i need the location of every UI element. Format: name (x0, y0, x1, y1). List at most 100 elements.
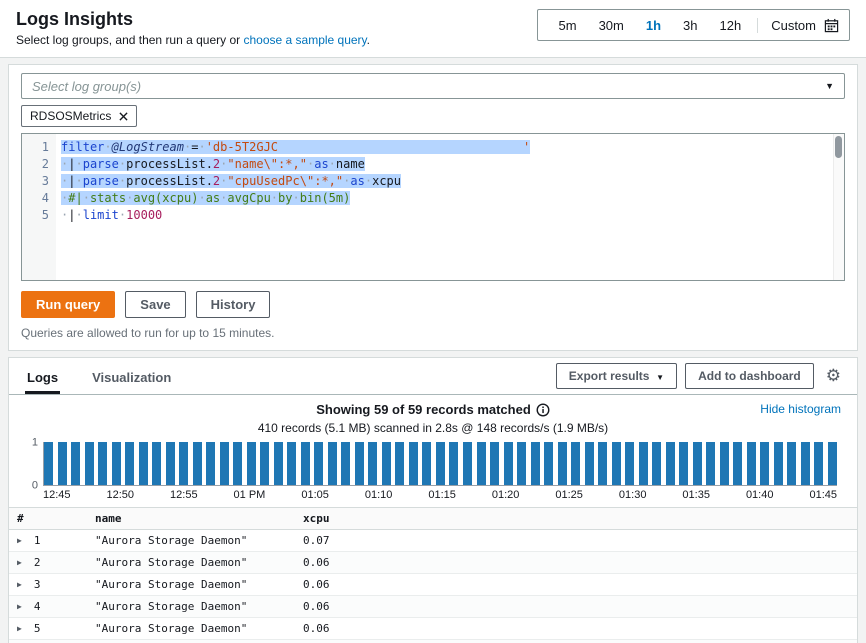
x-tick-label: 01:35 (682, 489, 710, 501)
tab-visualization[interactable]: Visualization (90, 362, 173, 394)
histogram-bar (287, 442, 296, 485)
subtitle-text: Select log groups, and then run a query … (16, 33, 243, 47)
column-header-num[interactable]: # (17, 512, 95, 525)
histogram-bar (395, 442, 404, 485)
row-xcpu: 0.06 (303, 622, 857, 635)
code-line-1: filter·@LogStream·=·'db-5T2GJC' (61, 139, 844, 156)
time-range-option-1h[interactable]: 1h (635, 18, 672, 33)
query-actions: Run query Save History (21, 291, 845, 318)
records-scanned-text: 410 records (5.1 MB) scanned in 2.8s @ 1… (25, 421, 841, 435)
sample-query-link[interactable]: choose a sample query (243, 33, 366, 47)
histogram-bar (382, 442, 391, 485)
expand-row-icon[interactable]: ▶ (17, 536, 22, 545)
histogram-bar (206, 442, 215, 485)
row-xcpu: 0.06 (303, 578, 857, 591)
row-name: "Aurora Storage Daemon" (95, 556, 303, 569)
close-icon[interactable] (119, 112, 128, 121)
histogram-bar (179, 442, 188, 485)
histogram: 1 0 12:4512:5012:5501 PM01:0501:1001:150… (9, 440, 857, 505)
histogram-bar (652, 442, 661, 485)
x-tick-label: 12:55 (170, 489, 198, 501)
histogram-bar (747, 442, 756, 485)
time-range-option-5m[interactable]: 5m (548, 18, 588, 33)
editor-scrollbar-thumb[interactable] (835, 136, 842, 158)
row-xcpu: 0.06 (303, 600, 857, 613)
histogram-bar (247, 442, 256, 485)
histogram-bar (531, 442, 540, 485)
x-tick-label: 01:05 (301, 489, 329, 501)
tab-logs[interactable]: Logs (25, 362, 60, 394)
results-tabs-row: Logs Visualization Export results ▼ Add … (9, 358, 857, 395)
code-line-5: ·|·limit·10000 (61, 207, 844, 224)
results-card: Logs Visualization Export results ▼ Add … (8, 357, 858, 643)
histogram-bar (558, 442, 567, 485)
time-range-option-30m[interactable]: 30m (588, 18, 635, 33)
x-tick-label: 01:20 (492, 489, 520, 501)
line-number: 4 (22, 190, 49, 207)
expand-row-icon[interactable]: ▶ (17, 580, 22, 589)
histogram-bar (355, 442, 364, 485)
column-header-name[interactable]: name (95, 512, 303, 525)
histogram-bar (666, 442, 675, 485)
results-table-body: ▶1"Aurora Storage Daemon"0.07▶2"Aurora S… (9, 530, 857, 643)
histogram-bar (314, 442, 323, 485)
histogram-bar (436, 442, 445, 485)
log-group-select[interactable]: Select log group(s) ▼ (21, 73, 845, 99)
table-row-4[interactable]: ▶4"Aurora Storage Daemon"0.06 (9, 596, 857, 618)
x-tick-label: 01:25 (555, 489, 583, 501)
y-tick-label: 1 (32, 437, 38, 449)
gear-icon[interactable]: ⚙ (822, 367, 845, 384)
page-subtitle: Select log groups, and then run a query … (16, 33, 370, 47)
time-range-selector: 5m30m1h3h12h Custom (537, 9, 851, 41)
histogram-bar (787, 442, 796, 485)
row-number: 5 (34, 622, 41, 635)
expand-row-icon[interactable]: ▶ (17, 624, 22, 633)
log-group-placeholder: Select log group(s) (32, 79, 141, 94)
x-tick-label: 12:50 (107, 489, 135, 501)
line-number: 1 (22, 139, 49, 156)
row-name: "Aurora Storage Daemon" (95, 578, 303, 591)
time-range-custom[interactable]: Custom (757, 18, 839, 33)
row-name: "Aurora Storage Daemon" (95, 622, 303, 635)
histogram-bar (733, 442, 742, 485)
x-tick-label: 01:15 (428, 489, 456, 501)
histogram-bar (166, 442, 175, 485)
history-button[interactable]: History (196, 291, 271, 318)
column-header-xcpu[interactable]: xcpu (303, 512, 857, 525)
histogram-bar (679, 442, 688, 485)
run-query-button[interactable]: Run query (21, 291, 115, 318)
histogram-bar (233, 442, 242, 485)
expand-row-icon[interactable]: ▶ (17, 558, 22, 567)
histogram-bar (193, 442, 202, 485)
expand-row-icon[interactable]: ▶ (17, 602, 22, 611)
query-editor[interactable]: 12345 filter·@LogStream·=·'db-5T2GJC'·|·… (21, 133, 845, 281)
query-card: Select log group(s) ▼ RDSOSMetrics 12345… (8, 64, 858, 351)
editor-scrollbar[interactable] (833, 134, 844, 280)
log-group-tag-label: RDSOSMetrics (30, 109, 111, 123)
row-number: 3 (34, 578, 41, 591)
header-text: Logs Insights Select log groups, and the… (16, 8, 370, 47)
table-row-2[interactable]: ▶2"Aurora Storage Daemon"0.06 (9, 552, 857, 574)
code-line-2: ·|·parse·processList.2·"name\":*,"·as·na… (61, 156, 844, 173)
table-row-5[interactable]: ▶ 5 "Aurora Storage Daemon"0.06 (9, 618, 857, 640)
histogram-bar (368, 442, 377, 485)
table-row-1[interactable]: ▶1"Aurora Storage Daemon"0.07 (9, 530, 857, 552)
table-row-3[interactable]: ▶ 3 "Aurora Storage Daemon"0.06 (9, 574, 857, 596)
save-button[interactable]: Save (125, 291, 185, 318)
chevron-down-icon: ▼ (656, 373, 664, 382)
add-to-dashboard-button[interactable]: Add to dashboard (685, 363, 814, 389)
histogram-bar (814, 442, 823, 485)
time-range-option-3h[interactable]: 3h (672, 18, 708, 33)
histogram-bar (44, 442, 53, 485)
calendar-icon (824, 18, 839, 33)
hide-histogram-link[interactable]: Hide histogram (760, 402, 841, 416)
histogram-bar (639, 442, 648, 485)
row-number: 4 (34, 600, 41, 613)
time-range-option-12h[interactable]: 12h (709, 18, 753, 33)
export-results-button[interactable]: Export results ▼ (556, 363, 677, 389)
histogram-bar (612, 442, 621, 485)
histogram-bar (260, 442, 269, 485)
info-icon[interactable] (536, 403, 550, 417)
results-summary: Showing 59 of 59 records matched 410 rec… (9, 395, 857, 440)
histogram-bar (139, 442, 148, 485)
